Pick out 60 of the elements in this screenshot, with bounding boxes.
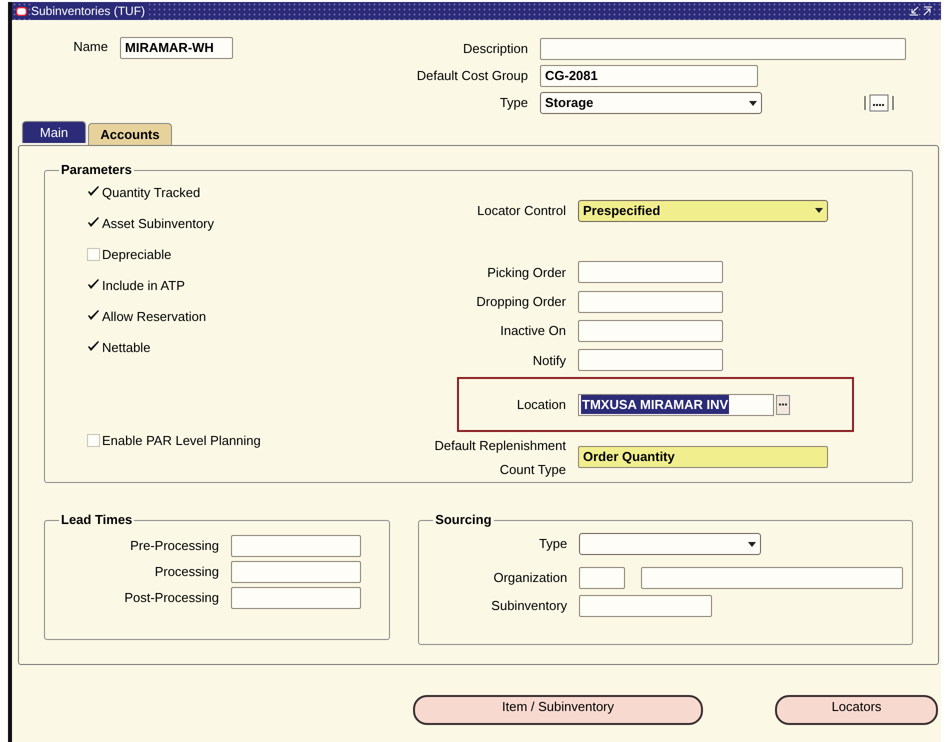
list-button[interactable] xyxy=(776,394,790,415)
field-label: Dropping Order xyxy=(475,292,567,311)
checkbox-label: Depreciable xyxy=(102,246,172,264)
checkbox-label: Nettable xyxy=(102,339,150,357)
field-label: Subinventory xyxy=(490,597,568,616)
field-label: Organization xyxy=(492,569,568,588)
field-label: Default Cost Group xyxy=(416,67,529,86)
field-label: Processing xyxy=(154,563,220,582)
caret-icon xyxy=(749,100,757,106)
field-label: Type xyxy=(498,94,529,112)
action-button[interactable]: Item / Subinventory xyxy=(413,695,703,725)
window-icon xyxy=(16,6,27,16)
field-label: Location xyxy=(516,396,567,414)
action-button[interactable]: Locators xyxy=(775,695,938,725)
field-label: Type xyxy=(538,535,568,554)
input-field[interactable] xyxy=(578,320,723,342)
input-field[interactable] xyxy=(579,567,626,589)
field-label: Post-Processing xyxy=(123,589,220,608)
input-field[interactable] xyxy=(231,587,361,609)
ellipsis-icon xyxy=(779,403,787,406)
caret-icon xyxy=(815,208,823,214)
minimize-icon[interactable] xyxy=(909,6,919,16)
input-field[interactable] xyxy=(578,261,723,284)
field-label: Name xyxy=(73,38,109,56)
ellipsis-icon xyxy=(863,93,895,113)
checkbox-label: Enable PAR Level Planning xyxy=(102,432,261,450)
tab[interactable]: Accounts xyxy=(88,123,172,145)
field-label: Count Type xyxy=(500,461,566,480)
dropdown-field[interactable]: Storage xyxy=(540,92,762,114)
field-label: Default Replenishment xyxy=(434,437,566,456)
checkbox-label: Allow Reservation xyxy=(102,308,206,326)
more-button[interactable] xyxy=(863,93,895,113)
checkbox-label: Quantity Tracked xyxy=(102,184,200,202)
input-field[interactable] xyxy=(540,38,906,60)
field-label: Locator Control xyxy=(476,202,567,220)
tab[interactable]: Main xyxy=(22,121,86,143)
input-field[interactable]: CG-2081 xyxy=(540,65,758,87)
field-label: Pre-Processing xyxy=(129,537,220,556)
checkbox-label: Asset Subinventory xyxy=(102,215,214,233)
checkbox-label: Include in ATP xyxy=(102,277,185,295)
input-field[interactable] xyxy=(578,290,723,313)
field-label: Inactive On xyxy=(499,322,567,340)
dropdown-field[interactable] xyxy=(579,533,762,555)
maximize-icon[interactable] xyxy=(923,6,933,16)
input-field[interactable] xyxy=(641,567,904,589)
input-field[interactable]: TMXUSA MIRAMAR INV xyxy=(578,394,774,416)
input-field[interactable] xyxy=(579,595,712,617)
dropdown-field[interactable]: Prespecified xyxy=(578,200,828,222)
field-label: Description xyxy=(462,40,529,58)
input-field[interactable] xyxy=(578,349,723,372)
input-field[interactable] xyxy=(231,535,361,557)
input-field[interactable]: Order Quantity xyxy=(578,446,828,468)
field-label: Notify xyxy=(532,352,567,370)
window-title: Subinventories (TUF) xyxy=(31,2,150,20)
field-label: Picking Order xyxy=(486,264,567,282)
input-field[interactable] xyxy=(231,561,361,583)
input-field[interactable]: MIRAMAR-WH xyxy=(120,37,233,59)
caret-icon xyxy=(748,542,756,546)
checkbox[interactable] xyxy=(87,434,100,448)
checkbox[interactable] xyxy=(87,248,100,262)
